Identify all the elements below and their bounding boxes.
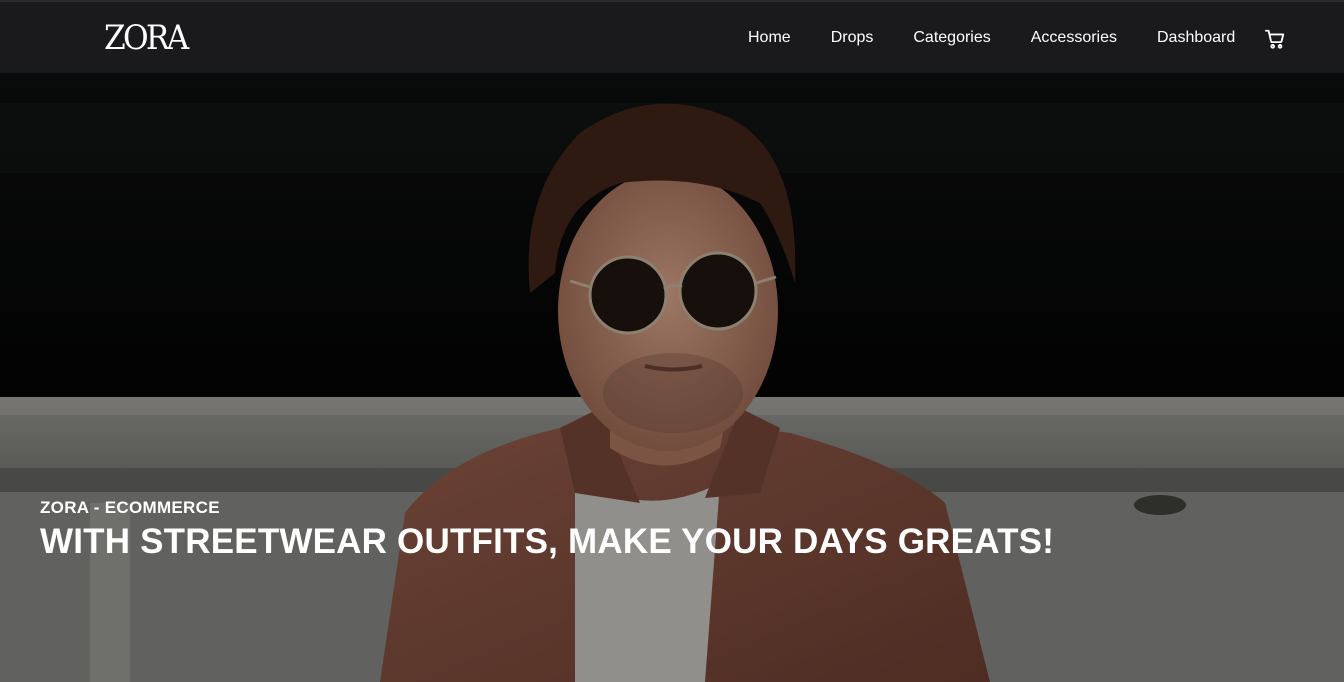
nav-accessories[interactable]: Accessories	[1031, 28, 1117, 48]
top-navbar: ZORA Home Drops Categories Accessories D…	[0, 0, 1344, 73]
brand-logo[interactable]: ZORA	[104, 21, 189, 55]
hero-eyebrow: ZORA - ECOMMERCE	[40, 498, 220, 517]
hero-overlay	[0, 73, 1344, 682]
nav-home[interactable]: Home	[748, 28, 791, 48]
cart-icon[interactable]	[1264, 28, 1286, 50]
nav-dashboard[interactable]: Dashboard	[1157, 28, 1235, 48]
hero-banner: ZORA - ECOMMERCE WITH STREETWEAR OUTFITS…	[0, 73, 1344, 682]
nav-categories[interactable]: Categories	[913, 28, 990, 48]
nav-drops[interactable]: Drops	[831, 28, 874, 48]
main-nav: Home Drops Categories Accessories Dashbo…	[748, 26, 1235, 50]
hero-headline: WITH STREETWEAR OUTFITS, MAKE YOUR DAYS …	[40, 522, 1055, 561]
